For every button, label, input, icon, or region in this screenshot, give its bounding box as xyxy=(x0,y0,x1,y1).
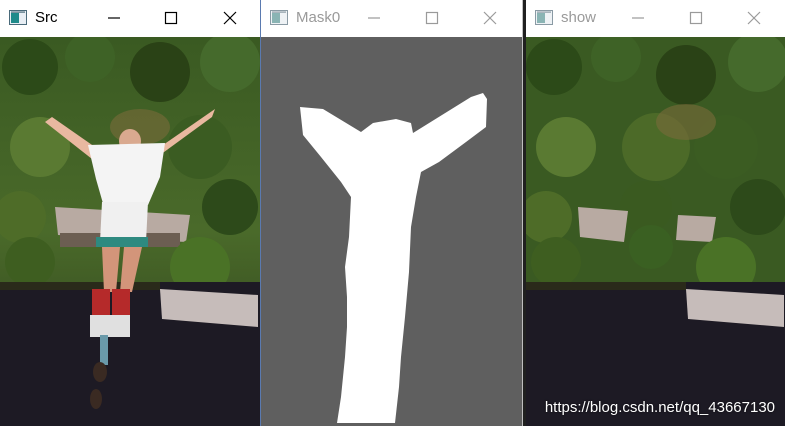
window-title: Mask0 xyxy=(296,9,341,26)
mask-silhouette xyxy=(261,37,523,426)
show-window: show https://blog.csdn.net/qq_43667130 xyxy=(526,0,785,426)
maximize-icon[interactable] xyxy=(684,6,708,30)
mask-image xyxy=(261,37,523,426)
mask-titlebar[interactable]: Mask0 xyxy=(261,0,523,37)
maximize-icon[interactable] xyxy=(420,6,444,30)
watermark-text: https://blog.csdn.net/qq_43667130 xyxy=(544,399,775,416)
close-icon[interactable] xyxy=(742,6,766,30)
window-title: show xyxy=(561,9,597,26)
mask-window: Mask0 xyxy=(261,0,523,426)
minimize-icon[interactable] xyxy=(626,6,650,30)
minimize-icon[interactable] xyxy=(362,6,386,30)
close-icon[interactable] xyxy=(478,6,502,30)
inpainted-photo xyxy=(526,37,785,426)
window-app-icon xyxy=(270,10,288,25)
src-titlebar[interactable]: Src xyxy=(0,0,261,37)
close-icon[interactable] xyxy=(218,6,242,30)
minimize-icon[interactable] xyxy=(102,6,126,30)
maximize-icon[interactable] xyxy=(159,6,183,30)
window-app-icon xyxy=(9,10,27,25)
window-title: Src xyxy=(35,9,58,26)
bungee-jumper-photo xyxy=(0,37,261,426)
show-titlebar[interactable]: show xyxy=(526,0,785,37)
show-image: https://blog.csdn.net/qq_43667130 xyxy=(526,37,785,426)
src-window: Src xyxy=(0,0,261,426)
src-image xyxy=(0,37,261,426)
window-app-icon xyxy=(535,10,553,25)
